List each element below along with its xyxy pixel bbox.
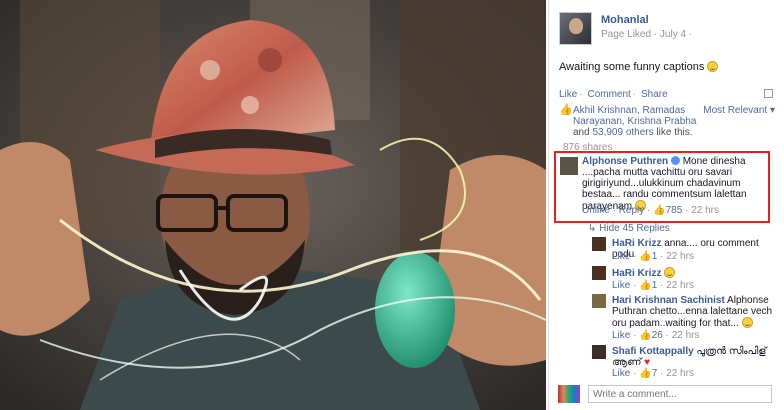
reply-time[interactable]: 22 hrs <box>666 251 694 262</box>
reply-likes[interactable]: 👍1 <box>639 251 657 262</box>
post-caption: Awaiting some funny captions <box>559 61 719 73</box>
reply-text: പുത്രൻ സിംപിള് <box>696 346 767 357</box>
like-link[interactable]: Like <box>612 280 630 291</box>
like-link[interactable]: Like <box>612 330 630 341</box>
unlike-link[interactable]: Unlike <box>582 205 610 216</box>
likes-joiner: and <box>573 127 590 138</box>
smiley-icon <box>707 61 719 72</box>
reply-likes[interactable]: 👍7 <box>639 368 657 379</box>
post-photo[interactable] <box>0 0 546 410</box>
comment-composer <box>558 383 772 405</box>
reply-time[interactable]: 22 hrs <box>672 330 700 341</box>
highlighted-comment: Alphonse Puthren Mone dinesha ....pacha … <box>554 151 770 223</box>
thumbs-up-icon: 👍 <box>559 104 573 116</box>
comment-likes[interactable]: 👍785 <box>653 205 682 216</box>
reply-time[interactable]: 22 hrs <box>666 368 694 379</box>
page-avatar[interactable] <box>559 12 592 45</box>
reply-author[interactable]: Shafi Kottappally <box>612 346 694 357</box>
sort-label: Most Relevant <box>703 105 768 116</box>
sort-dropdown[interactable]: Most Relevant ▾ <box>703 105 775 116</box>
reply-author[interactable]: HaRi Krizz <box>612 268 661 279</box>
likers-names-link[interactable]: Akhil Krishnan, Ramadas Narayanan, Krish… <box>573 105 696 127</box>
reply-time[interactable]: 22 hrs <box>666 280 694 291</box>
comment-author[interactable]: Alphonse Puthren <box>582 156 668 167</box>
comment-link[interactable]: Comment <box>587 89 630 100</box>
avatar[interactable] <box>592 266 606 280</box>
post-header: Mohanlal Page Liked · July 4 · <box>559 12 779 52</box>
hide-replies-link[interactable]: ↳ Hide 45 Replies <box>588 223 670 234</box>
like-link[interactable]: Like <box>559 89 577 100</box>
avatar <box>558 385 580 403</box>
post-meta: Page Liked · July 4 · <box>601 29 693 40</box>
smiley-icon <box>741 317 753 328</box>
like-link[interactable]: Like <box>612 251 630 262</box>
heart-icon: ♥ <box>644 357 651 368</box>
avatar[interactable] <box>592 237 606 251</box>
like-link[interactable]: Like <box>612 368 630 379</box>
share-link[interactable]: Share <box>641 89 668 100</box>
share-options-icon[interactable] <box>764 89 773 98</box>
photo-illustration <box>0 0 546 410</box>
avatar[interactable] <box>560 157 578 175</box>
reply-text-line2: ആണ് <box>612 357 642 368</box>
verified-badge-icon <box>670 156 680 165</box>
reply-author[interactable]: Hari Krishnan Sachinist <box>612 295 725 306</box>
reply-author[interactable]: HaRi Krizz <box>612 238 661 249</box>
avatar[interactable] <box>592 345 606 359</box>
comment-input[interactable] <box>588 385 772 403</box>
comment-time[interactable]: 22 hrs <box>691 205 719 216</box>
reply-likes[interactable]: 👍1 <box>639 280 657 291</box>
avatar[interactable] <box>592 294 606 308</box>
post-actions: Like · Comment · Share <box>559 89 775 100</box>
likes-suffix: like this. <box>656 127 693 138</box>
post-caption-text: Awaiting some funny captions <box>559 61 705 73</box>
reply-likes[interactable]: 👍26 <box>639 330 663 341</box>
reply-link[interactable]: Reply <box>619 205 645 216</box>
others-link[interactable]: 53,909 others <box>592 127 653 138</box>
page-name-link[interactable]: Mohanlal <box>601 14 649 26</box>
smiley-icon <box>664 267 676 278</box>
